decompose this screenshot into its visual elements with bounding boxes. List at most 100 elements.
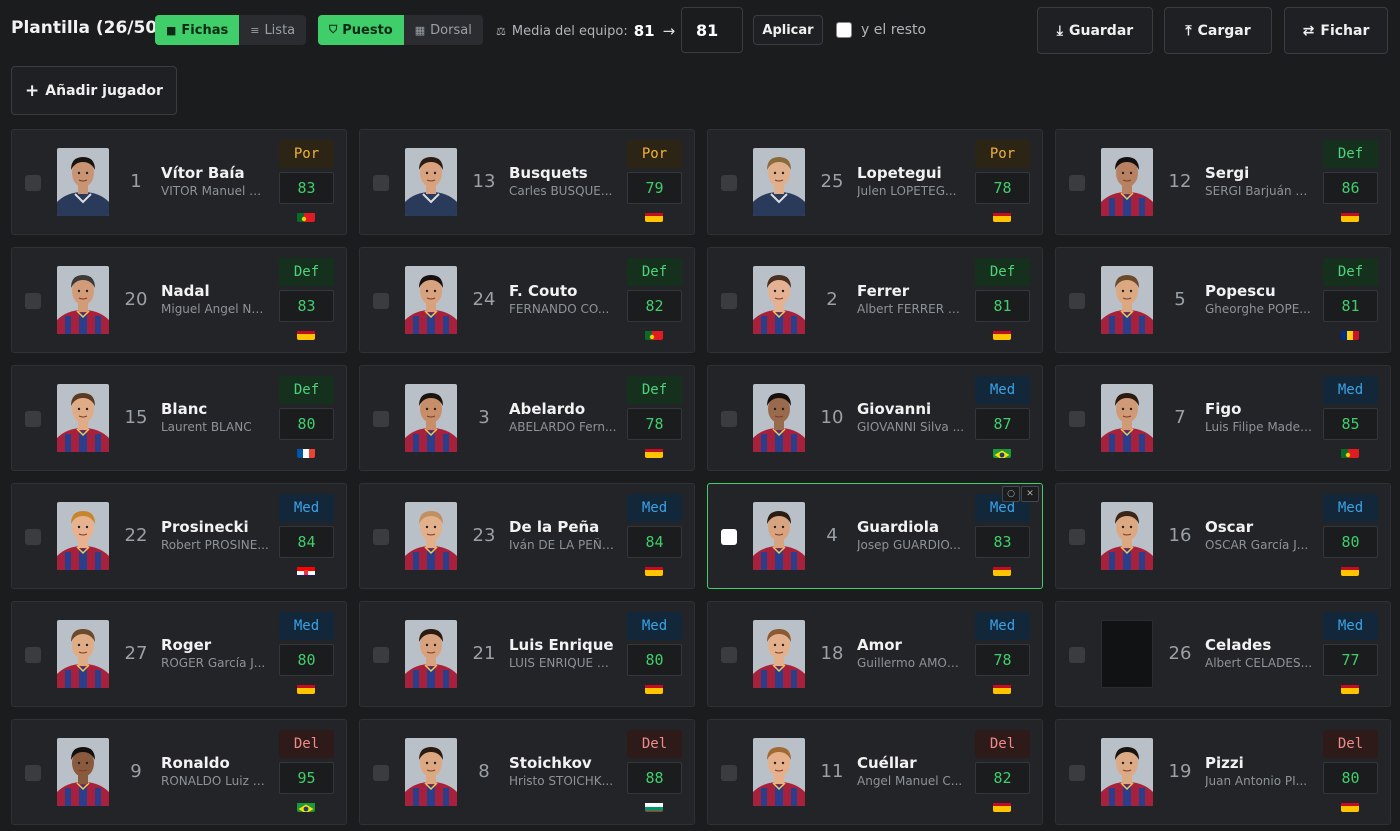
rating-field[interactable]: 78 xyxy=(627,408,682,440)
player-select-checkbox[interactable] xyxy=(373,411,389,427)
player-card[interactable]: 26 Celades Albert CELADES... Med 77 xyxy=(1055,601,1391,707)
player-select-checkbox[interactable] xyxy=(25,765,41,781)
sort-position-label: Puesto xyxy=(342,22,393,38)
player-select-checkbox[interactable] xyxy=(25,529,41,545)
player-select-checkbox[interactable] xyxy=(721,529,737,545)
rating-field[interactable]: 85 xyxy=(1323,408,1378,440)
player-select-checkbox[interactable] xyxy=(25,411,41,427)
load-button[interactable]: ⤒ Cargar xyxy=(1164,7,1272,54)
rating-field[interactable]: 80 xyxy=(279,408,334,440)
close-icon[interactable]: ✕ xyxy=(1021,486,1039,502)
rating-field[interactable]: 81 xyxy=(975,290,1030,322)
player-card[interactable]: 12 Sergi SERGI Barjuán E... Def 86 xyxy=(1055,129,1391,235)
rating-field[interactable]: 83 xyxy=(279,172,334,204)
player-card[interactable]: 24 F. Couto FERNANDO CO... Def 82 xyxy=(359,247,695,353)
player-select-checkbox[interactable] xyxy=(373,529,389,545)
spain-flag-icon xyxy=(645,210,663,222)
player-select-checkbox[interactable] xyxy=(1069,293,1085,309)
rating-field[interactable]: 84 xyxy=(279,526,334,558)
rating-field[interactable]: 87 xyxy=(975,408,1030,440)
player-card[interactable]: 1 Vítor Baía VITOR Manuel M... Por 83 xyxy=(11,129,347,235)
rating-field[interactable]: 82 xyxy=(975,762,1030,794)
add-player-button[interactable]: + Añadir jugador xyxy=(11,66,177,115)
player-select-checkbox[interactable] xyxy=(373,647,389,663)
player-select-checkbox[interactable] xyxy=(1069,647,1085,663)
player-card[interactable]: 8 Stoichkov Hristo STOICHK... Del 88 xyxy=(359,719,695,825)
player-select-checkbox[interactable] xyxy=(1069,175,1085,191)
player-number: 13 xyxy=(472,171,496,192)
player-select-checkbox[interactable] xyxy=(721,293,737,309)
player-card[interactable]: 7 Figo Luis Filipe Madei... Med 85 xyxy=(1055,365,1391,471)
player-card[interactable]: 18 Amor Guillermo AMOR... Med 78 xyxy=(707,601,1043,707)
player-card[interactable]: 22 Prosinecki Robert PROSINE... Med 84 xyxy=(11,483,347,589)
rating-field[interactable]: 78 xyxy=(975,172,1030,204)
player-card[interactable]: 21 Luis Enrique LUIS ENRIQUE M... Med 80 xyxy=(359,601,695,707)
sort-number-button[interactable]: ▦ Dorsal xyxy=(404,15,483,45)
rating-field[interactable]: 83 xyxy=(975,526,1030,558)
rating-field[interactable]: 80 xyxy=(1323,526,1378,558)
player-card[interactable]: 4 Guardiola Josep GUARDIO... Med 83 ○ ✕ xyxy=(707,483,1043,589)
rating-field[interactable]: 80 xyxy=(279,644,334,676)
save-button[interactable]: ⤓ Guardar xyxy=(1037,7,1153,54)
upload-icon: ⤒ xyxy=(1185,22,1192,39)
rating-field[interactable]: 80 xyxy=(1323,762,1378,794)
player-card[interactable]: 23 De la Peña Iván DE LA PEÑA... Med 84 xyxy=(359,483,695,589)
player-select-checkbox[interactable] xyxy=(721,765,737,781)
player-card[interactable]: 20 Nadal Miguel Angel NA... Def 83 xyxy=(11,247,347,353)
player-name: Giovanni xyxy=(857,400,932,418)
player-select-checkbox[interactable] xyxy=(373,175,389,191)
player-card[interactable]: 3 Abelardo ABELARDO Fern... Def 78 xyxy=(359,365,695,471)
rating-field[interactable]: 81 xyxy=(1323,290,1378,322)
target-average-input[interactable] xyxy=(681,7,743,53)
rating-field[interactable]: 86 xyxy=(1323,172,1378,204)
player-card[interactable]: 15 Blanc Laurent BLANC Def 80 xyxy=(11,365,347,471)
player-number: 19 xyxy=(1168,761,1192,782)
player-card[interactable]: 10 Giovanni GIOVANNI Silva ... Med 87 xyxy=(707,365,1043,471)
player-card[interactable]: 25 Lopetegui Julen LOPETEG... Por 78 xyxy=(707,129,1043,235)
shield-icon: ⛉ xyxy=(329,23,338,36)
view-cards-button[interactable]: ■ Fichas xyxy=(155,15,240,45)
rating-field[interactable]: 78 xyxy=(975,644,1030,676)
player-card[interactable]: 19 Pizzi Juan Antonio PI... Del 80 xyxy=(1055,719,1391,825)
player-select-checkbox[interactable] xyxy=(721,175,737,191)
player-select-checkbox[interactable] xyxy=(25,647,41,663)
rating-field[interactable]: 82 xyxy=(627,290,682,322)
player-photo xyxy=(753,620,805,688)
player-card[interactable]: 16 Oscar OSCAR García J... Med 80 xyxy=(1055,483,1391,589)
rating-field[interactable]: 77 xyxy=(1323,644,1378,676)
apply-button[interactable]: Aplicar xyxy=(753,15,823,45)
player-card[interactable]: 13 Busquets Carles BUSQUE... Por 79 xyxy=(359,129,695,235)
player-select-checkbox[interactable] xyxy=(25,293,41,309)
player-select-checkbox[interactable] xyxy=(373,765,389,781)
rating-field[interactable]: 80 xyxy=(627,644,682,676)
player-card[interactable]: 9 Ronaldo RONALDO Luiz N... Del 95 xyxy=(11,719,347,825)
player-card[interactable]: 2 Ferrer Albert FERRER L... Def 81 xyxy=(707,247,1043,353)
player-select-checkbox[interactable] xyxy=(25,175,41,191)
sort-position-button[interactable]: ⛉ Puesto xyxy=(318,15,404,45)
player-select-checkbox[interactable] xyxy=(1069,411,1085,427)
rest-checkbox[interactable] xyxy=(836,22,852,38)
player-select-checkbox[interactable] xyxy=(1069,765,1085,781)
player-select-checkbox[interactable] xyxy=(373,293,389,309)
player-number: 24 xyxy=(472,289,496,310)
grid-icon: ■ xyxy=(166,23,177,37)
view-list-button[interactable]: ≡ Lista xyxy=(239,15,306,45)
rating-field[interactable]: 83 xyxy=(279,290,334,322)
player-number: 22 xyxy=(124,525,148,546)
player-full-name: Robert PROSINE... xyxy=(161,538,269,552)
rating-field[interactable]: 79 xyxy=(627,172,682,204)
player-name: Luis Enrique xyxy=(509,636,614,654)
player-number: 20 xyxy=(124,289,148,310)
rating-field[interactable]: 95 xyxy=(279,762,334,794)
player-select-checkbox[interactable] xyxy=(721,647,737,663)
player-name: Stoichkov xyxy=(509,754,592,772)
player-card[interactable]: 11 Cuéllar Angel Manuel C... Del 82 xyxy=(707,719,1043,825)
sign-button[interactable]: ⇄ Fichar xyxy=(1284,7,1388,54)
rating-field[interactable]: 84 xyxy=(627,526,682,558)
player-select-checkbox[interactable] xyxy=(721,411,737,427)
player-card[interactable]: 27 Roger ROGER García J... Med 80 xyxy=(11,601,347,707)
pin-icon[interactable]: ○ xyxy=(1002,486,1020,502)
player-select-checkbox[interactable] xyxy=(1069,529,1085,545)
player-card[interactable]: 5 Popescu Gheorghe POPE... Def 81 xyxy=(1055,247,1391,353)
rating-field[interactable]: 88 xyxy=(627,762,682,794)
